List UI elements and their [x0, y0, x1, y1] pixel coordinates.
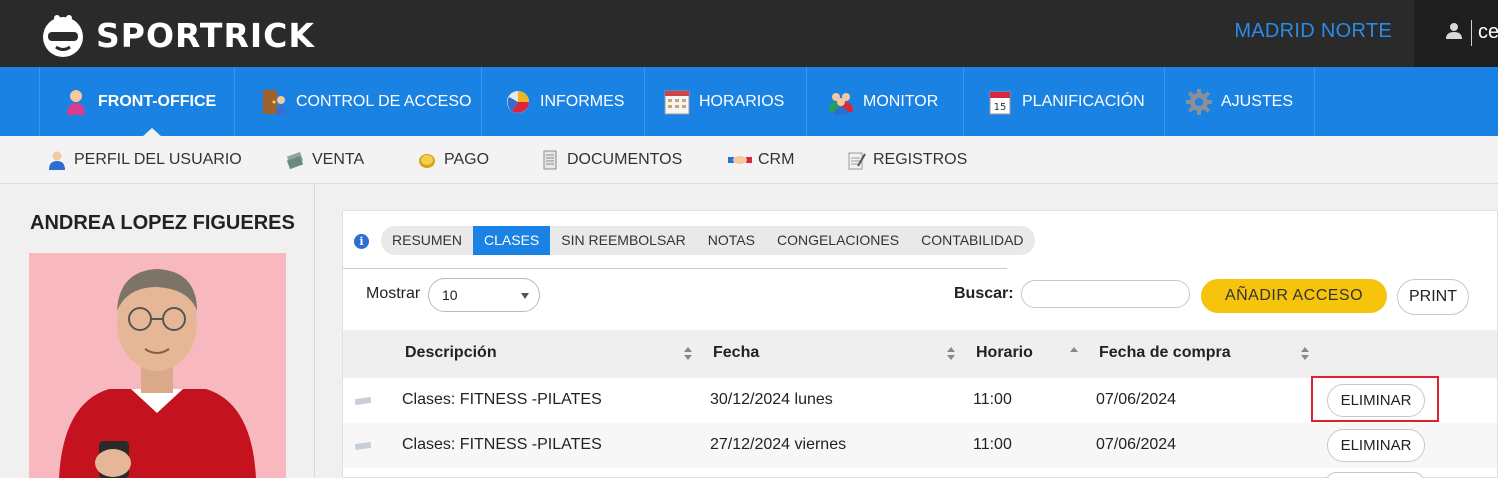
- nav-informes[interactable]: INFORMES: [482, 67, 645, 136]
- subnav-label: VENTA: [312, 151, 365, 168]
- show-entries-select[interactable]: 10: [428, 278, 540, 312]
- nav-label: PLANIFICACIÓN: [1022, 92, 1145, 110]
- brand-name: SPORTRICK: [96, 15, 315, 55]
- column-header-fecha-de-compra[interactable]: Fecha de compra: [1099, 344, 1231, 362]
- gear-icon: [1186, 88, 1212, 115]
- handshake-icon: [728, 156, 752, 164]
- nav-ajustes[interactable]: AJUSTES: [1165, 67, 1315, 136]
- subnav-label: PAGO: [444, 151, 490, 168]
- user-name: ce: [1478, 21, 1498, 43]
- notepad-icon: [848, 152, 866, 170]
- nav-label: INFORMES: [540, 92, 625, 110]
- chevron-down-icon: [521, 293, 529, 299]
- calendar-15-icon: 15: [989, 91, 1011, 114]
- show-entries-label: Mostrar: [366, 285, 421, 302]
- cell-horario: 11:00: [973, 436, 1012, 453]
- delete-button[interactable]: ELIMINAR: [1327, 429, 1425, 462]
- profile-name: ANDREA LOPEZ FIGUERES: [30, 212, 295, 234]
- user-menu[interactable]: ce: [1414, 0, 1498, 67]
- profile-photo: [29, 253, 286, 478]
- tab-congelaciones[interactable]: CONGELACIONES: [766, 226, 910, 255]
- column-header-descripcion[interactable]: Descripción: [405, 344, 497, 362]
- column-header-horario[interactable]: Horario: [976, 344, 1033, 362]
- nav-label: AJUSTES: [1221, 92, 1294, 110]
- coins-icon: [419, 154, 435, 168]
- nav-planificacion[interactable]: 15 PLANIFICACIÓN: [964, 67, 1165, 136]
- door-access-icon: [263, 89, 286, 115]
- subnav-label: DOCUMENTOS: [567, 151, 683, 168]
- front-office-person-icon: [67, 89, 85, 115]
- ticket-icon: [355, 442, 371, 450]
- tabs-divider: [343, 268, 1007, 269]
- top-bar: SPORTRICK MADRID NORTE ce: [0, 0, 1498, 67]
- document-icon: [543, 150, 557, 170]
- tab-notas[interactable]: NOTAS: [697, 226, 766, 255]
- subnav-pago[interactable]: PAGO: [417, 136, 489, 184]
- print-button[interactable]: PRINT: [1397, 279, 1469, 315]
- subnav-label: REGISTROS: [873, 151, 968, 168]
- search-input[interactable]: [1021, 280, 1190, 308]
- show-entries-value: 10: [442, 287, 458, 303]
- table-header: Descripción Fecha Horario Fecha de compr…: [343, 330, 1497, 378]
- tab-clases[interactable]: CLASES: [473, 226, 551, 255]
- user-separator: [1471, 20, 1472, 46]
- nav-front-office[interactable]: FRONT-OFFICE: [39, 67, 235, 136]
- info-icon[interactable]: i: [354, 234, 369, 249]
- sportrick-mascot-logo-icon: [43, 15, 83, 57]
- sort-icon[interactable]: [1301, 347, 1309, 361]
- location-link[interactable]: MADRID NORTE: [1234, 20, 1392, 43]
- content-card: i RESUMEN CLASES SIN REEMBOLSAR NOTAS CO…: [342, 210, 1498, 478]
- nav-label: FRONT-OFFICE: [98, 92, 217, 110]
- nav-label: MONITOR: [863, 92, 939, 110]
- subnav-registros[interactable]: REGISTROS: [846, 136, 967, 184]
- sort-icon[interactable]: [684, 347, 692, 361]
- tab-contabilidad[interactable]: CONTABILIDAD: [910, 226, 1034, 255]
- cell-descripcion: Clases: FITNESS -PILATES: [402, 436, 602, 453]
- table-row: Clases: FITNESS -PILATES 27/12/2024 vier…: [343, 423, 1497, 468]
- sub-navigation: PERFIL DEL USUARIO VENTA PAGO DOCUMENTOS…: [0, 136, 1498, 184]
- column-header-fecha[interactable]: Fecha: [713, 344, 759, 362]
- svg-text:15: 15: [994, 102, 1007, 113]
- add-access-button[interactable]: AÑADIR ACCESO: [1201, 279, 1387, 313]
- subnav-venta[interactable]: VENTA: [285, 136, 364, 184]
- subnav-documentos[interactable]: DOCUMENTOS: [540, 136, 682, 184]
- profile-panel: ANDREA LOPEZ FIGUERES: [0, 184, 315, 478]
- cash-icon: [286, 151, 304, 170]
- main-navigation: FRONT-OFFICE CONTROL DE ACCESO INFORMES …: [0, 67, 1498, 136]
- nav-horarios[interactable]: HORARIOS: [645, 67, 807, 136]
- brand-logo[interactable]: SPORTRICK: [36, 8, 315, 62]
- user-icon: [1446, 23, 1462, 39]
- subnav-perfil-del-usuario[interactable]: PERFIL DEL USUARIO: [47, 136, 242, 184]
- cell-fecha: 27/12/2024 viernes: [710, 436, 847, 453]
- sort-icon[interactable]: [947, 347, 955, 361]
- nav-label: CONTROL DE ACCESO: [296, 92, 472, 110]
- highlight-box: [1311, 376, 1439, 422]
- profile-photo-image: [29, 253, 286, 478]
- people-group-icon: [829, 92, 853, 115]
- sort-ascending-icon[interactable]: [1070, 347, 1078, 361]
- nav-monitor[interactable]: MONITOR: [807, 67, 964, 136]
- subnav-crm[interactable]: CRM: [728, 136, 794, 184]
- calendar-grid-icon: [664, 90, 690, 114]
- cell-horario: 11:00: [973, 391, 1012, 408]
- ticket-icon: [355, 397, 371, 405]
- subnav-label: PERFIL DEL USUARIO: [74, 151, 242, 168]
- tab-resumen[interactable]: RESUMEN: [381, 226, 473, 255]
- subnav-label: CRM: [758, 151, 795, 168]
- cell-descripcion: Clases: FITNESS -PILATES: [402, 391, 602, 408]
- nav-label: HORARIOS: [699, 92, 785, 110]
- nav-control-de-acceso[interactable]: CONTROL DE ACCESO: [235, 67, 482, 136]
- tab-bar: RESUMEN CLASES SIN REEMBOLSAR NOTAS CONG…: [381, 226, 1035, 255]
- cell-fecha: 30/12/2024 lunes: [710, 391, 833, 408]
- pie-chart-icon: [507, 90, 529, 113]
- cell-fecha-compra: 07/06/2024: [1096, 391, 1177, 408]
- tab-sin-reembolsar[interactable]: SIN REEMBOLSAR: [550, 226, 696, 255]
- delete-button-partial[interactable]: [1326, 472, 1424, 478]
- cell-fecha-compra: 07/06/2024: [1096, 436, 1177, 453]
- search-label: Buscar:: [954, 285, 1014, 302]
- user-profile-icon: [49, 151, 65, 170]
